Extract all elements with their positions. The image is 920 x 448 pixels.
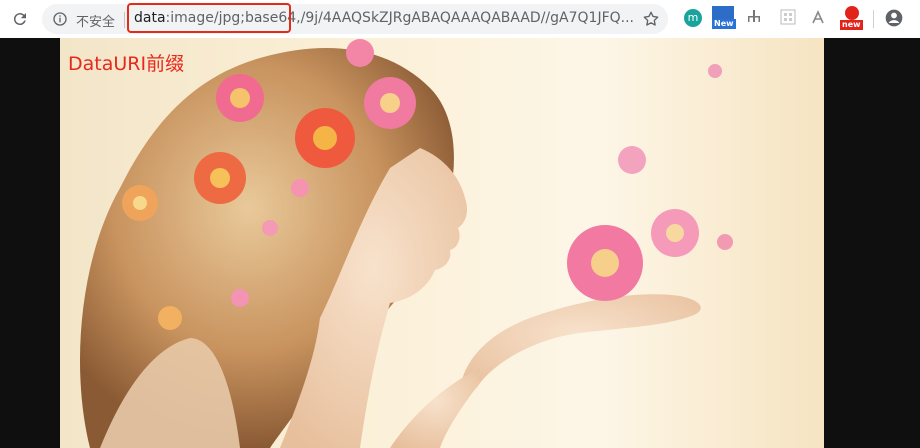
extension-m-icon[interactable]: m [684,9,702,27]
grid-icon[interactable] [780,9,798,27]
security-label: 不安全 [76,15,116,30]
reload-icon[interactable] [8,7,32,31]
extension-new-red-icon[interactable]: new [840,6,864,32]
floating-flowers [567,64,733,301]
new-badge: New [712,19,736,29]
tree-icon[interactable] [746,9,764,27]
extension-new-box [712,6,734,20]
caption-label: DataURI前缀 [68,53,185,75]
url-highlight-box [127,3,291,33]
red-dot [845,6,859,20]
account-icon[interactable] [884,8,904,32]
browser-toolbar: 不安全 data:image/jpg;base64,/9j/4AAQSkZJRg… [0,0,920,39]
photo-illustration [80,39,733,448]
bookmark-star-icon[interactable] [642,10,660,32]
extension-new-icon[interactable]: New [712,6,736,32]
info-icon[interactable] [52,11,68,31]
pdf-icon[interactable] [810,9,828,27]
new-red-badge: new [840,20,863,30]
page-viewport: DataURI前缀 [0,38,920,448]
toolbar-separator [873,10,874,28]
address-bar[interactable]: 不安全 data:image/jpg;base64,/9j/4AAQSkZJRg… [42,3,668,34]
woman-flowers-image: DataURI前缀 [60,38,824,448]
divider [124,12,125,28]
